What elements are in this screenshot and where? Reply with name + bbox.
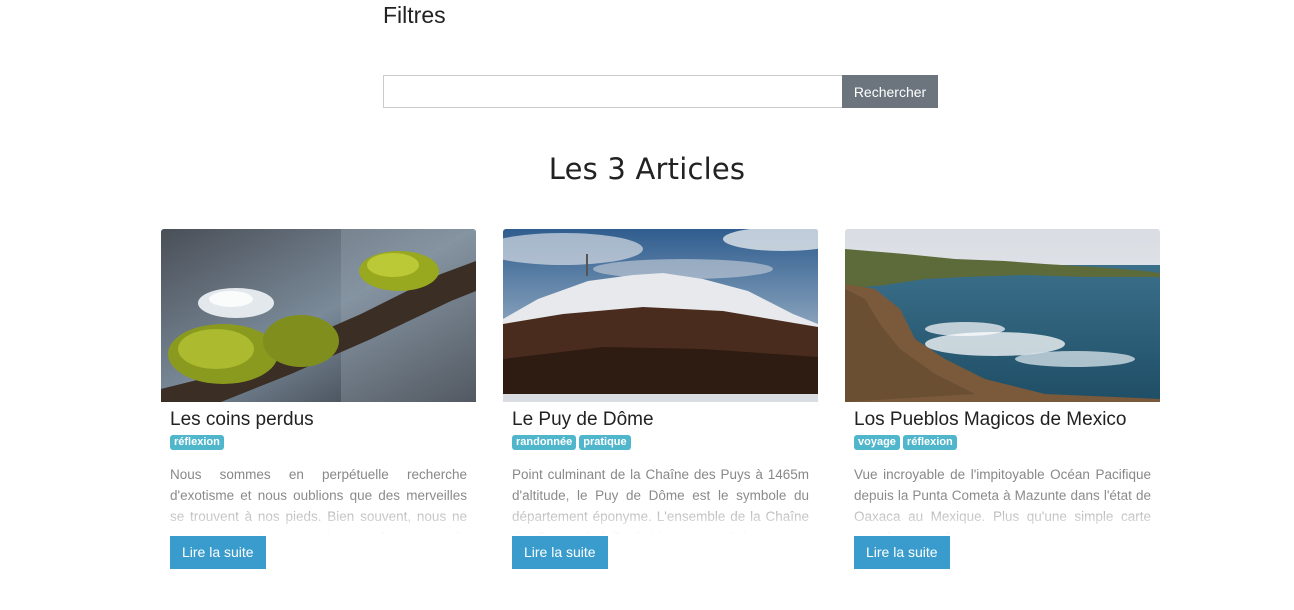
read-more-button[interactable]: Lire la suite [170, 536, 266, 569]
filters-title: Filtres [383, 2, 446, 28]
article-card: Les coins perdus réflexion Nous sommes e… [161, 229, 476, 579]
search-input[interactable] [383, 75, 842, 108]
article-card: Le Puy de Dôme randonnée pratique Point … [503, 229, 818, 579]
tag-badge[interactable]: réflexion [170, 435, 224, 450]
article-title[interactable]: Les coins perdus [170, 409, 467, 431]
article-image-moss-branch[interactable] [161, 229, 476, 402]
tag-badge[interactable]: réflexion [902, 435, 957, 450]
tag-badge[interactable]: voyage [854, 435, 900, 450]
article-title[interactable]: Los Pueblos Magicos de Mexico [854, 409, 1151, 431]
article-tags: voyage réflexion [854, 435, 1151, 450]
article-tags: randonnée pratique [512, 435, 809, 450]
article-tags: réflexion [170, 435, 467, 450]
articles-section-title: Les 3 Articles [548, 152, 746, 186]
tag-badge[interactable]: pratique [579, 435, 631, 450]
read-more-button[interactable]: Lire la suite [512, 536, 608, 569]
article-image-snowy-mountain[interactable] [503, 229, 818, 402]
article-card: Los Pueblos Magicos de Mexico voyage réf… [845, 229, 1160, 579]
article-excerpt: Point culminant de la Chaîne des Puys à … [512, 467, 809, 534]
read-more-button[interactable]: Lire la suite [854, 536, 950, 569]
article-excerpt: Nous sommes en perpétuelle recherche d'e… [170, 467, 467, 534]
search-button[interactable]: Rechercher [842, 75, 938, 108]
article-image-coastline[interactable] [845, 229, 1160, 402]
article-title[interactable]: Le Puy de Dôme [512, 409, 809, 431]
tag-badge[interactable]: randonnée [512, 435, 577, 450]
article-excerpt: Vue incroyable de l'impitoyable Océan Pa… [854, 467, 1151, 534]
article-list: Les coins perdus réflexion Nous sommes e… [161, 229, 1160, 579]
search-bar: Rechercher [383, 75, 938, 108]
